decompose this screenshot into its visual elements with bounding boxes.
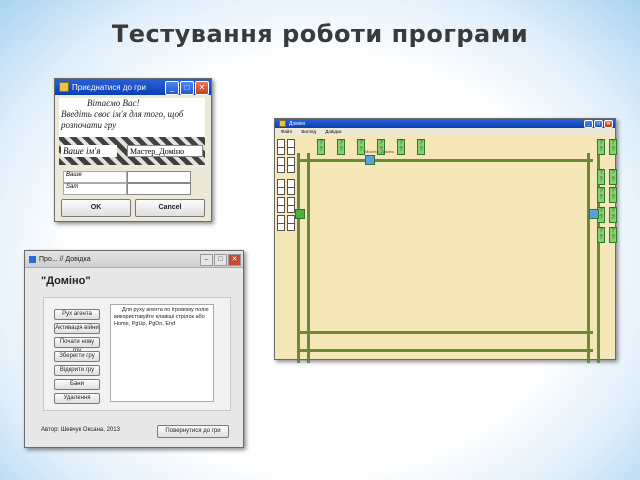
greeting-line: Введіть своє ім'я для того, щоб bbox=[61, 109, 184, 119]
close-icon[interactable]: ✕ bbox=[604, 120, 613, 128]
field-input[interactable] bbox=[127, 171, 191, 183]
close-icon[interactable]: ✕ bbox=[195, 81, 209, 95]
name-input[interactable]: Мастер_Доміно bbox=[127, 145, 203, 157]
board-cell[interactable]: ? ? bbox=[609, 139, 617, 155]
help-button[interactable]: Зберегти гру bbox=[54, 351, 100, 362]
board-cell[interactable]: ? ? bbox=[609, 187, 617, 203]
help-text: Для руху агента по ігровому полю викорис… bbox=[110, 304, 214, 402]
ok-button[interactable]: OK bbox=[61, 199, 131, 217]
author-label: Автор: Шевчук Оксана, 2013 bbox=[41, 427, 120, 433]
board-cell[interactable]: ? ? bbox=[597, 169, 605, 185]
field-label: Ваше bbox=[63, 171, 127, 183]
field-label: Sam bbox=[63, 183, 127, 195]
help-dialog-title: Про... // Довідка bbox=[39, 255, 91, 263]
menu-help[interactable]: Довідка bbox=[325, 129, 341, 134]
help-dialog-titlebar: Про... // Довідка – □ ✕ bbox=[25, 251, 243, 268]
board-cell[interactable]: ? ? bbox=[597, 139, 605, 155]
agent-icon[interactable] bbox=[295, 209, 305, 219]
domino-tile[interactable] bbox=[277, 197, 285, 213]
menu-view[interactable]: Вигляд bbox=[301, 129, 316, 134]
game-window: Доміно _ □ ✕ Файл Вигляд Довідка ? ? ? ??… bbox=[274, 118, 617, 363]
board-cell[interactable]: ? ? bbox=[597, 187, 605, 203]
game-title: Доміно bbox=[289, 120, 306, 127]
agent-icon[interactable] bbox=[365, 155, 375, 165]
join-dialog-titlebar: Приєднатися до гри _ □ ✕ bbox=[55, 79, 211, 95]
domino-tile[interactable] bbox=[287, 197, 295, 213]
slide-title: Тестування роботи програми bbox=[111, 20, 529, 48]
board-cell[interactable]: ? ? bbox=[609, 169, 617, 185]
domino-tile[interactable] bbox=[287, 157, 295, 173]
minimize-icon[interactable]: _ bbox=[165, 81, 179, 95]
join-dialog-title: Приєднатися до гри bbox=[72, 82, 146, 92]
help-heading: "Доміно" bbox=[41, 275, 91, 287]
domino-tile[interactable] bbox=[287, 179, 295, 195]
help-button[interactable]: Почати нову гру bbox=[54, 337, 100, 354]
board-cell[interactable]: ? ? bbox=[337, 139, 345, 155]
board-cell[interactable]: ? ? bbox=[609, 207, 617, 223]
domino-tile[interactable] bbox=[277, 139, 285, 155]
app-icon bbox=[279, 120, 286, 127]
minimize-icon[interactable]: – bbox=[200, 254, 213, 266]
grid-line bbox=[587, 153, 590, 363]
board-cell[interactable]: ? ? bbox=[317, 139, 325, 155]
help-dialog: Про... // Довідка – □ ✕ "Доміно" Рух аге… bbox=[24, 250, 244, 448]
agent-icon[interactable] bbox=[589, 209, 599, 219]
help-button[interactable]: Удалення bbox=[54, 393, 100, 404]
board-cell[interactable]: ? ? bbox=[357, 139, 365, 155]
grid-line bbox=[307, 153, 310, 363]
domino-tile[interactable] bbox=[277, 215, 285, 231]
game-titlebar: Доміно _ □ ✕ bbox=[275, 119, 615, 128]
grid-line bbox=[297, 159, 593, 162]
help-button[interactable]: Відкрити гру bbox=[54, 365, 100, 376]
cancel-button[interactable]: Cancel bbox=[135, 199, 205, 217]
board-cell[interactable]: ? ? bbox=[609, 227, 617, 243]
minimize-icon[interactable]: _ bbox=[584, 120, 593, 128]
domino-tile[interactable] bbox=[287, 139, 295, 155]
domino-tile[interactable] bbox=[287, 215, 295, 231]
grid-line bbox=[297, 331, 593, 334]
greeting-line: розпочати гру bbox=[61, 120, 117, 130]
board-cell[interactable]: ? ? bbox=[397, 139, 405, 155]
help-button[interactable]: Рух агента bbox=[54, 309, 100, 320]
name-label: Ваше ім'я bbox=[61, 145, 117, 157]
maximize-icon[interactable]: □ bbox=[594, 120, 603, 128]
return-to-game-button[interactable]: Повернутися до гри bbox=[157, 425, 229, 438]
help-button[interactable]: Бани bbox=[54, 379, 100, 390]
game-board[interactable]: ? ? ? ? ? ? ? ? ? ? ? ? ? ? ? ? ? ? ? ? ? ? ? ? ? ??… bbox=[275, 135, 617, 363]
app-icon bbox=[29, 255, 36, 263]
domino-tile[interactable] bbox=[277, 157, 285, 173]
menu-bar: Файл Вигляд Довідка bbox=[275, 128, 615, 135]
join-game-dialog: Приєднатися до гри _ □ ✕ Вітаємо Вас! Вв… bbox=[54, 78, 212, 222]
domino-tile[interactable] bbox=[277, 179, 285, 195]
help-button[interactable]: Активація війни bbox=[54, 323, 100, 334]
close-icon[interactable]: ✕ bbox=[228, 254, 241, 266]
player-label: Мастер_Доміно bbox=[365, 149, 395, 154]
field-input[interactable] bbox=[127, 183, 191, 195]
board-cell[interactable]: ? ? bbox=[417, 139, 425, 155]
board-cell[interactable]: ? ? bbox=[597, 227, 605, 243]
maximize-icon[interactable]: □ bbox=[180, 81, 194, 95]
greeting-line: Вітаємо Вас! bbox=[87, 98, 140, 108]
grid-line bbox=[297, 349, 593, 352]
help-panel: Рух агента Активація війни Почати нову г… bbox=[43, 297, 231, 411]
maximize-icon[interactable]: □ bbox=[214, 254, 227, 266]
app-icon bbox=[59, 82, 69, 92]
grid-line bbox=[297, 153, 300, 363]
menu-file[interactable]: Файл bbox=[281, 129, 292, 134]
